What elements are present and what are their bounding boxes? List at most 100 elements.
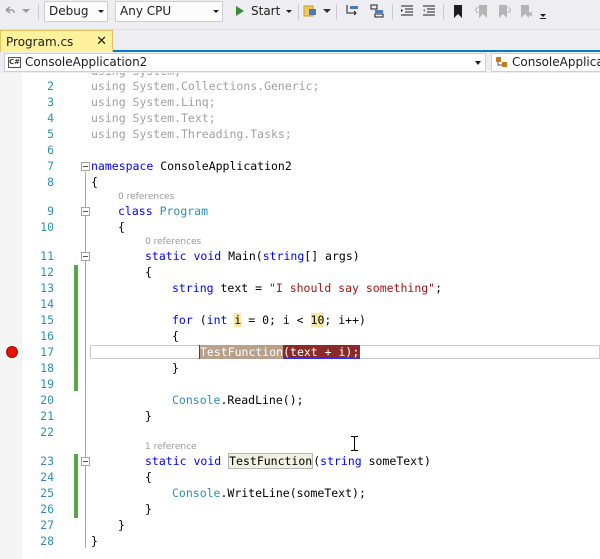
keyword: string xyxy=(262,249,305,263)
find-dropdown-icon[interactable] xyxy=(322,1,332,21)
code-line-class: class Program xyxy=(118,204,208,218)
line-number: 19 xyxy=(40,377,54,391)
code-text: = 0; i < xyxy=(241,313,311,327)
type-name: Console xyxy=(172,486,221,500)
line-number: 17 xyxy=(40,345,54,359)
code-text: someText) xyxy=(361,454,431,468)
solution-platform-combo[interactable]: Any CPU xyxy=(115,1,223,22)
line-number: 5 xyxy=(47,127,54,141)
project-dropdown[interactable]: C# ConsoleApplication2 xyxy=(4,53,486,72)
undo-icon[interactable] xyxy=(2,1,16,21)
project-dropdown-value: ConsoleApplication2 xyxy=(25,55,148,69)
code-line: { xyxy=(91,175,98,189)
document-tab-strip: Program.cs ✕ xyxy=(0,30,600,52)
code-line-string-decl: string text = "I should say something"; xyxy=(172,281,442,295)
line-number: 10 xyxy=(40,220,54,234)
code-line: { xyxy=(145,470,152,484)
line-number: 21 xyxy=(40,409,54,423)
changed-lines-indicator xyxy=(74,454,78,518)
code-line: { xyxy=(118,220,125,234)
find-in-files-icon[interactable] xyxy=(302,1,320,21)
line-number: 11 xyxy=(40,249,54,263)
string-literal: "I should say something" xyxy=(268,281,436,295)
line-number: 12 xyxy=(40,265,54,279)
collapse-namespace-icon[interactable] xyxy=(81,162,90,171)
bookmark-icon[interactable] xyxy=(451,1,465,21)
code-line: { xyxy=(145,265,152,279)
comment-icon[interactable] xyxy=(420,1,438,21)
keyword: for xyxy=(172,313,193,327)
code-line-readline: Console.ReadLine(); xyxy=(172,393,304,407)
code-line: } xyxy=(145,502,152,516)
line-number: 8 xyxy=(47,175,54,189)
class-icon xyxy=(495,56,509,71)
code-line-main: static void Main(string[] args) xyxy=(145,249,360,263)
undo-dropdown-icon[interactable] xyxy=(20,1,32,21)
start-button-label: Start xyxy=(251,4,281,18)
code-line: using System.Text; xyxy=(91,111,216,125)
glyph-margin[interactable] xyxy=(0,73,22,559)
line-number: 26 xyxy=(40,502,54,516)
call-hierarchy-icon[interactable] xyxy=(368,1,386,21)
collapse-testfunction-icon[interactable] xyxy=(81,457,90,466)
keyword: static xyxy=(145,249,187,263)
text-cursor-icon xyxy=(351,436,358,451)
previous-bookmark-icon[interactable] xyxy=(474,1,490,21)
chevron-down-icon xyxy=(286,10,292,13)
code-text: .WriteLine(someText); xyxy=(220,486,366,500)
tab-program-cs[interactable]: Program.cs ✕ xyxy=(0,30,113,52)
code-text: [] args) xyxy=(304,249,360,263)
type-dropdown[interactable]: ConsoleApplicati xyxy=(491,53,600,72)
line-number: 9 xyxy=(47,204,54,218)
code-text: ; i++) xyxy=(324,313,366,327)
codelens-references[interactable]: 1 reference xyxy=(145,442,197,452)
namespace-name: ConsoleApplication2 xyxy=(153,159,292,173)
chevron-down-icon xyxy=(213,10,219,13)
line-number: 27 xyxy=(40,518,54,532)
code-line: } xyxy=(145,409,152,423)
type-name: Console xyxy=(172,393,221,407)
outdent-icon[interactable] xyxy=(398,1,416,21)
close-icon[interactable]: ✕ xyxy=(96,31,107,53)
next-bookmark-icon[interactable] xyxy=(496,1,512,21)
codelens-references[interactable]: 0 references xyxy=(145,237,201,247)
code-line: { xyxy=(172,329,179,343)
code-text: Main( xyxy=(221,249,263,263)
keyword: int xyxy=(206,313,228,327)
collapse-main-icon[interactable] xyxy=(81,252,90,261)
keyword: static xyxy=(145,454,187,468)
line-number: 4 xyxy=(47,111,54,125)
line-number: 25 xyxy=(40,486,54,500)
solution-configuration-combo[interactable]: Debug xyxy=(44,1,108,22)
code-text: ( xyxy=(192,313,207,327)
line-number: 24 xyxy=(40,470,54,484)
code-line: using System.Linq; xyxy=(91,95,216,109)
breakpoint-statement[interactable]: TestFunction(text + i); xyxy=(199,345,361,359)
code-line: using System.Threading.Tasks; xyxy=(91,127,292,141)
step-icon[interactable] xyxy=(343,1,361,21)
line-number: 6 xyxy=(47,143,54,157)
clear-bookmarks-icon[interactable] xyxy=(518,1,534,21)
code-text: text = xyxy=(213,281,269,295)
code-text: ; xyxy=(435,281,443,295)
method-call-args: (text + i); xyxy=(283,345,360,359)
collapse-class-icon[interactable] xyxy=(81,207,90,216)
code-editor[interactable]: using System; 2 3 4 5 6 7 8 9 10 11 12 1… xyxy=(0,73,600,559)
code-line: } xyxy=(91,534,98,548)
line-number: 13 xyxy=(40,281,54,295)
code-line-1-partial: using System; xyxy=(91,73,181,78)
line-number: 22 xyxy=(40,425,54,439)
code-line: using System.Collections.Generic; xyxy=(91,79,320,93)
toolbar-overflow-icon[interactable] xyxy=(538,6,548,26)
line-number: 2 xyxy=(47,79,54,93)
keyword: string xyxy=(320,454,362,468)
code-text: .ReadLine(); xyxy=(220,393,304,407)
keyword: void xyxy=(193,249,222,263)
solution-configuration-value: Debug xyxy=(49,4,89,18)
breakpoint-icon[interactable] xyxy=(6,346,18,358)
line-number: 16 xyxy=(40,329,54,343)
codelens-references[interactable]: 0 references xyxy=(118,192,174,202)
solution-platform-value: Any CPU xyxy=(120,4,172,18)
highlighted-literal: 10 xyxy=(310,313,325,327)
start-button[interactable]: Start xyxy=(232,1,294,22)
